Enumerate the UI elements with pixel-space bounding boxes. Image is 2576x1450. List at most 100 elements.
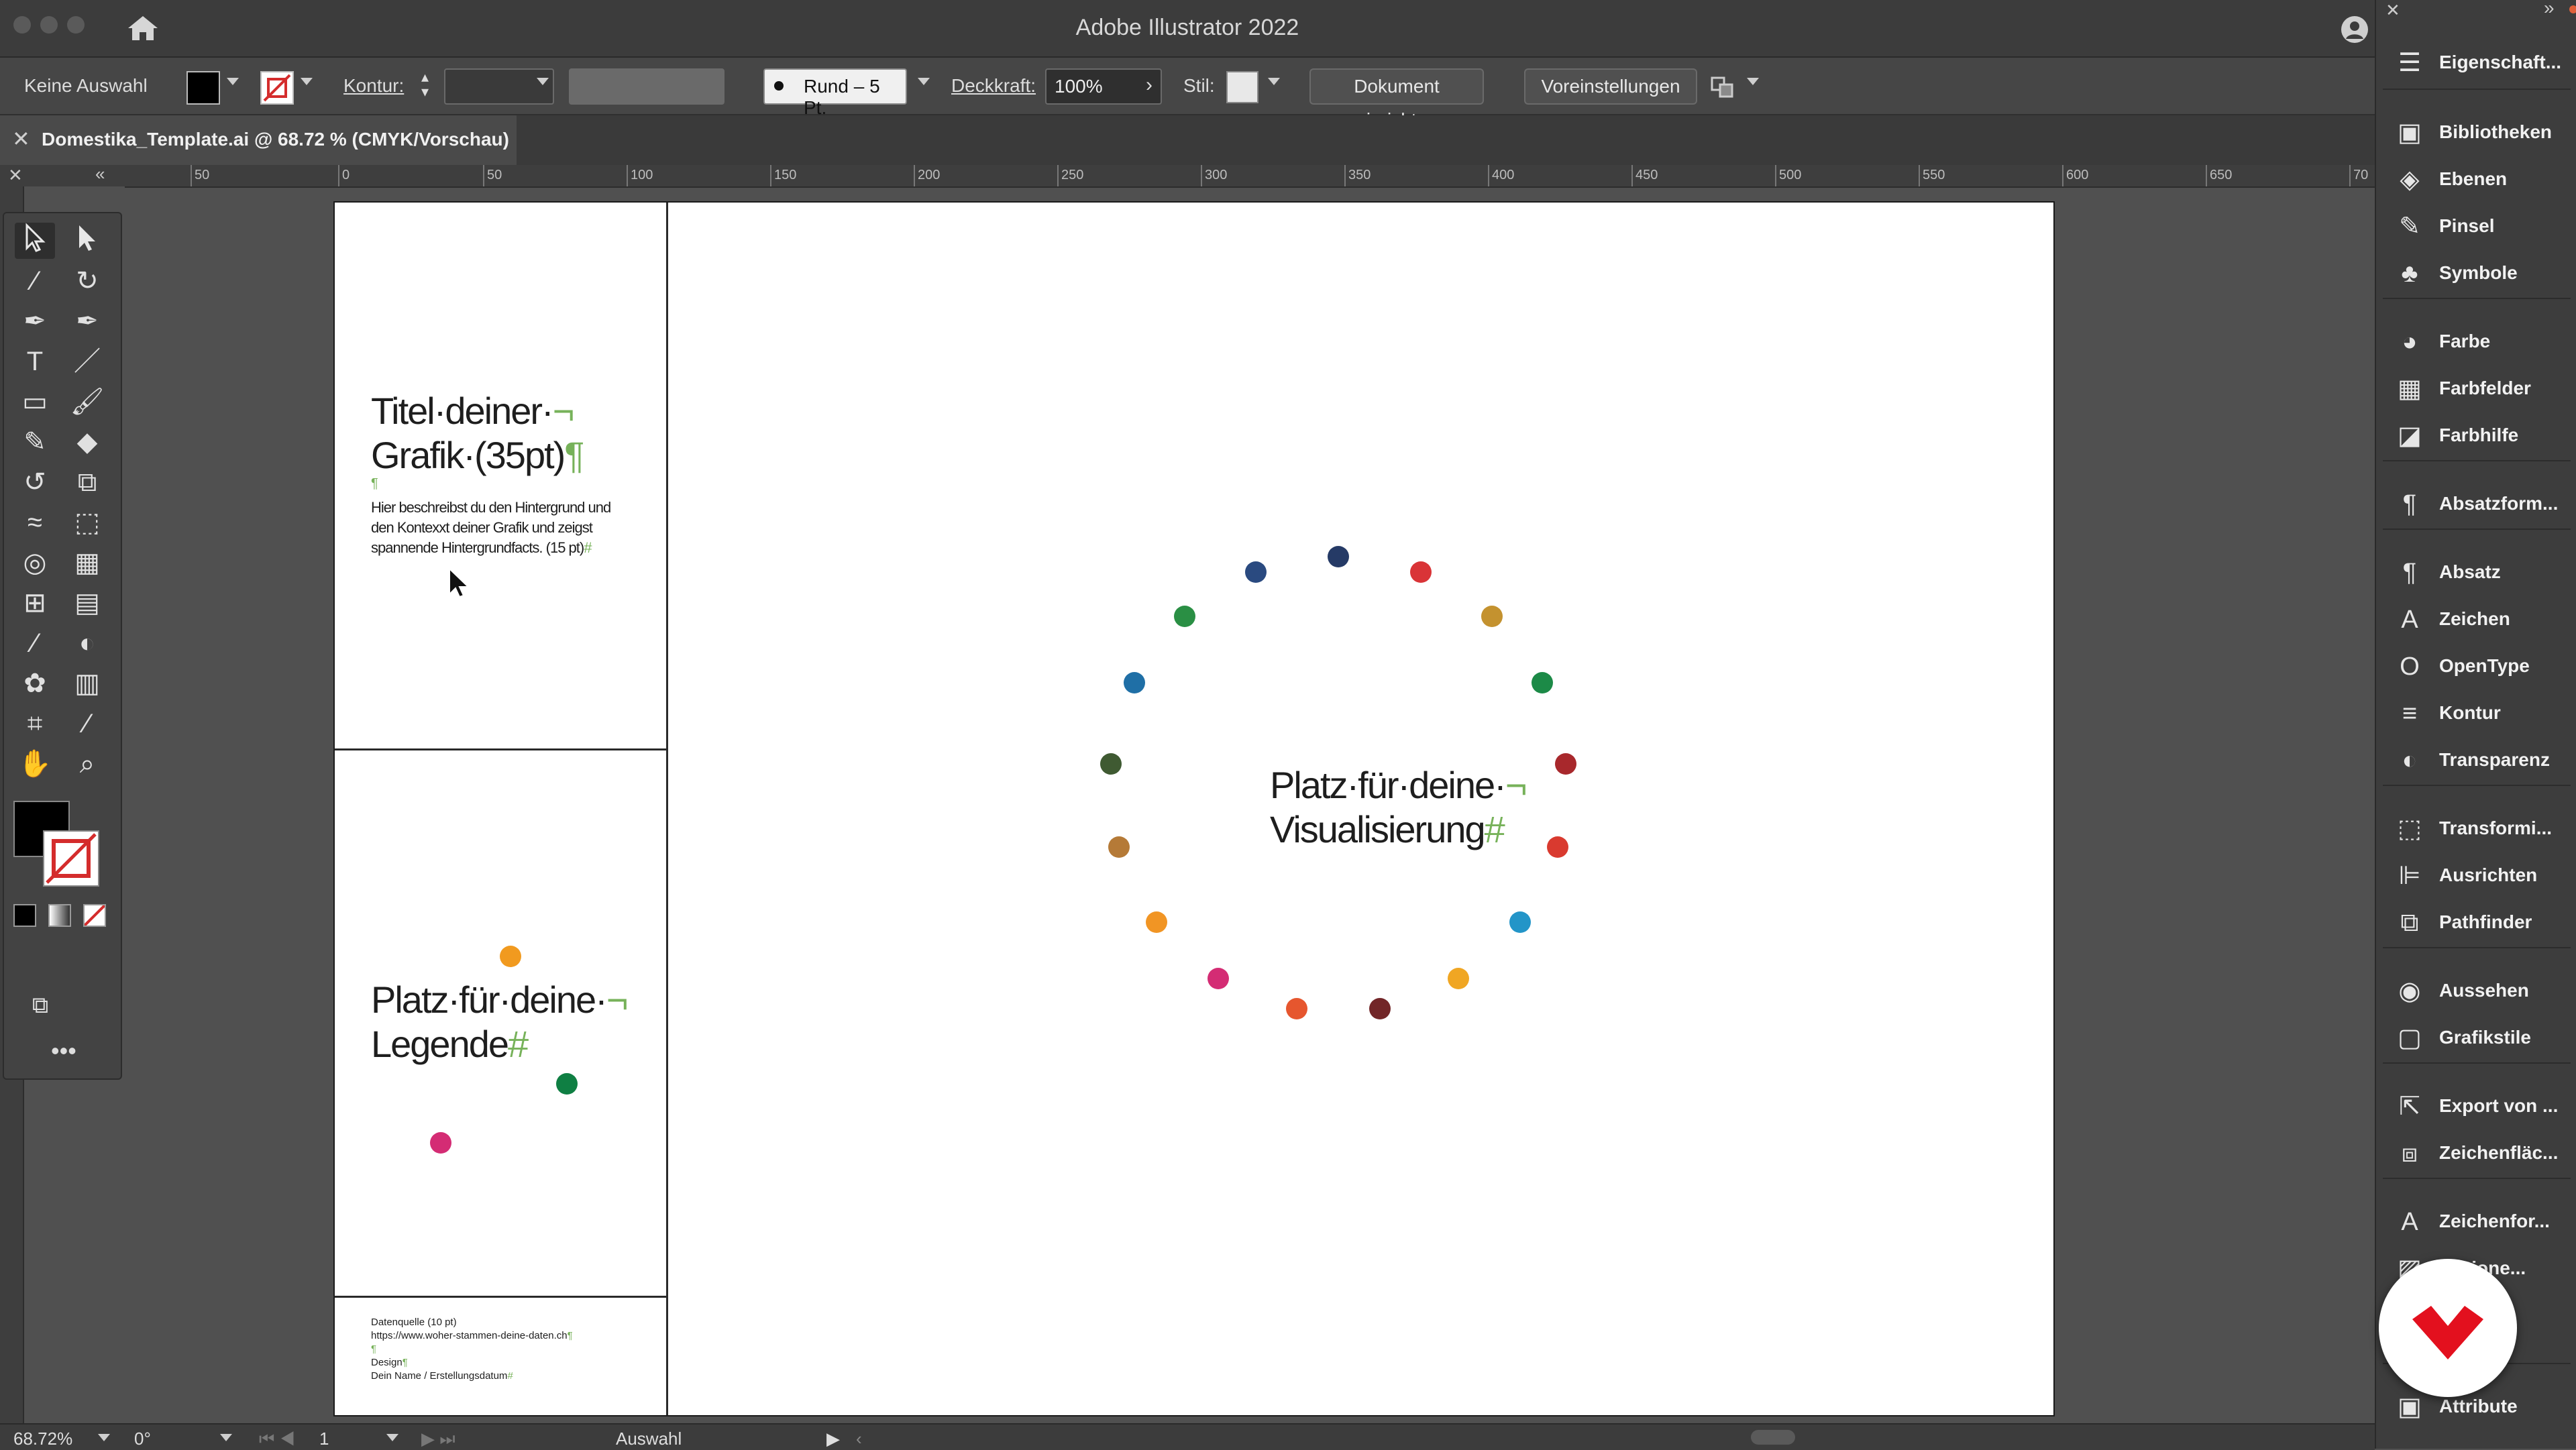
direct-selection-tool-icon[interactable] [67,223,107,259]
slice-tool-icon[interactable]: ⁄ [67,706,107,742]
panel-item-graphic-styles[interactable]: ▢ Grafikstile [2376,1014,2576,1061]
type-tool-icon[interactable]: T [15,343,55,380]
user-account-icon[interactable] [2340,15,2369,44]
panel-item-character[interactable]: A Zeichen [2376,596,2576,643]
panel-item-paragraph-styles[interactable]: ¶ Absatzform... [2376,480,2576,527]
horizontal-scrollbar-thumb[interactable] [1751,1430,1795,1445]
width-tool-icon[interactable]: ≈ [15,504,55,541]
close-toolbar-icon[interactable]: ✕ [8,165,23,186]
opacity-input[interactable]: 100% [1055,76,1103,97]
visualization-dot[interactable] [1145,911,1167,933]
rectangle-tool-icon[interactable]: ▭ [15,384,55,420]
rotate-tool-icon[interactable]: ↺ [15,464,55,500]
scale-tool-icon[interactable]: ⧉ [67,464,107,500]
fill-dropdown-icon[interactable] [227,78,239,85]
horizontal-ruler[interactable]: 50 0 50 100 150 200 250 300 350 400 450 … [125,165,2375,188]
visualization-dot[interactable] [1328,546,1349,567]
symbol-sprayer-tool-icon[interactable]: ✿ [15,665,55,702]
none-mode-icon[interactable] [83,904,106,927]
visualization-dot[interactable] [1509,911,1532,933]
panel-item-transparency[interactable]: ◐ Transparenz [2376,736,2576,783]
visualization-dot[interactable] [1481,605,1503,627]
hand-tool-icon[interactable]: ✋ [15,746,55,782]
visualization-dot[interactable] [1208,968,1229,990]
legend-dot[interactable] [556,1073,578,1095]
artboard[interactable]: Titel·deiner·¬ Grafik·(35pt)¶ ¶ Hier bes… [333,201,2055,1416]
gradient-mode-icon[interactable] [48,904,71,927]
panel-item-align[interactable]: ⊫ Ausrichten [2376,852,2576,899]
panel-item-color-guide[interactable]: ◪ Farbhilfe [2376,412,2576,459]
fill-swatch[interactable] [186,71,220,105]
status-menu-arrow-icon[interactable]: ▶ [826,1429,840,1449]
arrange-dropdown-icon[interactable] [1747,78,1759,85]
visualization-dot[interactable] [1285,998,1307,1020]
visualization-dot[interactable] [1409,561,1432,583]
line-tool-icon[interactable]: ／ [67,343,107,380]
artboard-nav-first-icon[interactable]: ⏮ ◀ [259,1429,295,1450]
screen-mode-icon[interactable]: ⧉ [20,987,60,1023]
gradient-tool-icon[interactable]: ▤ [67,585,107,621]
visualization-dot[interactable] [1532,672,1554,694]
stroke-color-box[interactable] [43,830,99,887]
panel-item-export[interactable]: ⇱ Export von ... [2376,1082,2576,1129]
artboard-nav-last-icon[interactable]: ▶ ⏭ [421,1429,455,1450]
visualization-dot[interactable] [1547,836,1569,858]
close-dock-icon[interactable]: ✕ [2385,0,2400,21]
rotation-value[interactable]: 0° [134,1429,151,1449]
variable-width-profile[interactable] [569,68,724,105]
artboard-number[interactable]: 1 [319,1429,329,1449]
graphic-title[interactable]: Titel·deiner·¬ Grafik·(35pt)¶ [371,389,653,478]
perspective-grid-tool-icon[interactable]: ▦ [67,545,107,581]
artboard-dropdown-icon[interactable] [386,1434,398,1441]
panel-item-appearance[interactable]: ◉ Aussehen [2376,967,2576,1014]
visualization-dot[interactable] [1100,752,1122,775]
free-transform-tool-icon[interactable]: ⬚ [67,504,107,541]
panel-item-color[interactable]: ◕ Farbe [2376,318,2576,365]
zoom-tool-icon[interactable]: ⌕ [67,746,107,782]
scroll-left-icon[interactable]: ‹ [856,1429,862,1449]
pen-tool-icon[interactable]: ✒ [15,303,55,339]
shape-builder-tool-icon[interactable]: ◎ [15,545,55,581]
panel-item-character-styles[interactable]: A Zeichenfor... [2376,1198,2576,1245]
eyedropper-tool-icon[interactable]: ⁄ [15,625,55,661]
style-dropdown-icon[interactable] [1268,78,1280,85]
legend-dot[interactable] [430,1132,451,1154]
more-tools-icon[interactable]: ••• [51,1037,76,1065]
visualization-dot[interactable] [1554,752,1576,775]
stroke-weight-dropdown-icon[interactable] [537,78,549,85]
selection-tool-icon[interactable] [15,223,55,259]
visualization-dot[interactable] [1245,561,1267,583]
column-graph-tool-icon[interactable]: ▥ [67,665,107,702]
visualization-dot[interactable] [1369,998,1391,1020]
panel-item-swatches[interactable]: ▦ Farbfelder [2376,365,2576,412]
visualization-dot[interactable] [1108,836,1130,858]
visualization-dot[interactable] [1173,605,1195,627]
zoom-dropdown-icon[interactable] [98,1434,110,1441]
color-mode-icon[interactable] [13,904,36,927]
opacity-arrow-icon[interactable]: › [1146,74,1152,97]
document-setup-button[interactable]: Dokument einrichten [1309,68,1484,130]
panel-item-pathfinder[interactable]: ⧉ Pathfinder [2376,899,2576,946]
blend-tool-icon[interactable]: ◐ [67,625,107,661]
panel-item-properties[interactable]: ☰ Eigenschaft... [2376,39,2576,86]
rotation-dropdown-icon[interactable] [220,1434,232,1441]
graphic-description[interactable]: Hier beschreibst du den Hintergrund und … [371,498,626,558]
panel-item-transform[interactable]: ⬚ Transformi... [2376,805,2576,852]
panel-item-artboards[interactable]: ⧈ Zeichenfläc... [2376,1129,2576,1176]
panel-item-opentype[interactable]: O OpenType [2376,643,2576,689]
brush-dropdown-icon[interactable] [918,78,930,85]
mesh-tool-icon[interactable]: ⊞ [15,585,55,621]
panel-item-paragraph[interactable]: ¶ Absatz [2376,549,2576,596]
artboard-tool-icon[interactable]: ⌗ [15,706,55,742]
zoom-level[interactable]: 68.72% [13,1429,72,1449]
collapse-toolbar-icon[interactable]: « [95,164,105,184]
panel-item-layers[interactable]: ◈ Ebenen [2376,156,2576,203]
legend-dot[interactable] [500,946,521,967]
document-tab[interactable]: ✕ Domestika_Template.ai @ 68.72 % (CMYK/… [0,115,517,165]
collapse-dock-icon[interactable]: » [2544,0,2555,19]
magic-wand-tool-icon[interactable]: ⁄ [15,263,55,299]
footer-credits[interactable]: Datenquelle (10 pt) https://www.woher-st… [371,1316,653,1383]
preferences-button[interactable]: Voreinstellungen [1524,68,1697,105]
eraser-tool-icon[interactable]: ◆ [67,424,107,460]
stroke-weight-stepper[interactable]: ▴ ▾ [421,70,436,102]
